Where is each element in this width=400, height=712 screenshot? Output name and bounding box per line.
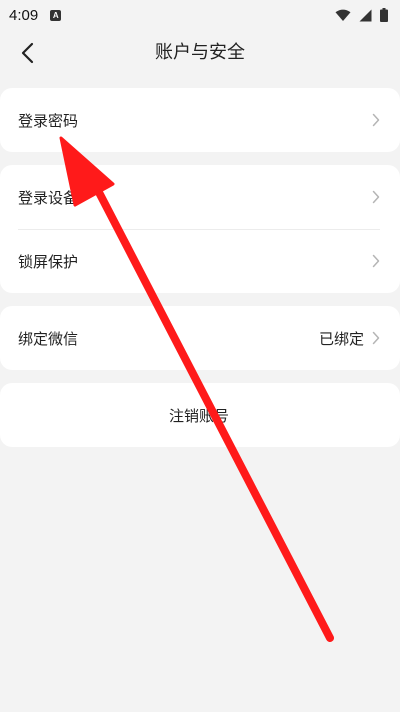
screen-lock-row[interactable]: 锁屏保护 (0, 229, 400, 293)
status-bar: 4:09 A (0, 0, 400, 30)
wifi-icon (335, 9, 351, 21)
screen-lock-label: 锁屏保护 (18, 252, 79, 271)
wechat-card: 绑定微信 已绑定 (0, 306, 400, 370)
bind-wechat-row[interactable]: 绑定微信 已绑定 (0, 306, 400, 370)
delete-account-label: 注销账号 (168, 406, 229, 425)
delete-account-card: 注销账号 (0, 383, 400, 447)
chevron-right-icon (372, 331, 380, 345)
login-password-label: 登录密码 (18, 111, 79, 130)
delete-account-button[interactable]: 注销账号 (0, 383, 400, 447)
login-devices-label: 登录设备 (18, 188, 79, 207)
battery-icon (380, 8, 388, 22)
signal-icon (359, 9, 372, 21)
chevron-right-icon (372, 254, 380, 268)
wechat-status-value: 已绑定 (318, 329, 364, 348)
login-devices-row[interactable]: 登录设备 (0, 165, 400, 229)
login-password-row[interactable]: 登录密码 (0, 88, 400, 152)
notification-icon: A (50, 9, 62, 21)
status-time: 4:09 (9, 6, 39, 24)
back-button[interactable] (10, 34, 44, 72)
password-card: 登录密码 (0, 88, 400, 152)
device-security-card: 登录设备 锁屏保护 (0, 165, 400, 293)
nav-bar: 账户与安全 (0, 30, 400, 76)
bind-wechat-label: 绑定微信 (18, 329, 79, 348)
chevron-right-icon (372, 190, 380, 204)
chevron-left-icon (21, 42, 34, 64)
page-title: 账户与安全 (155, 42, 245, 63)
chevron-right-icon (372, 113, 380, 127)
